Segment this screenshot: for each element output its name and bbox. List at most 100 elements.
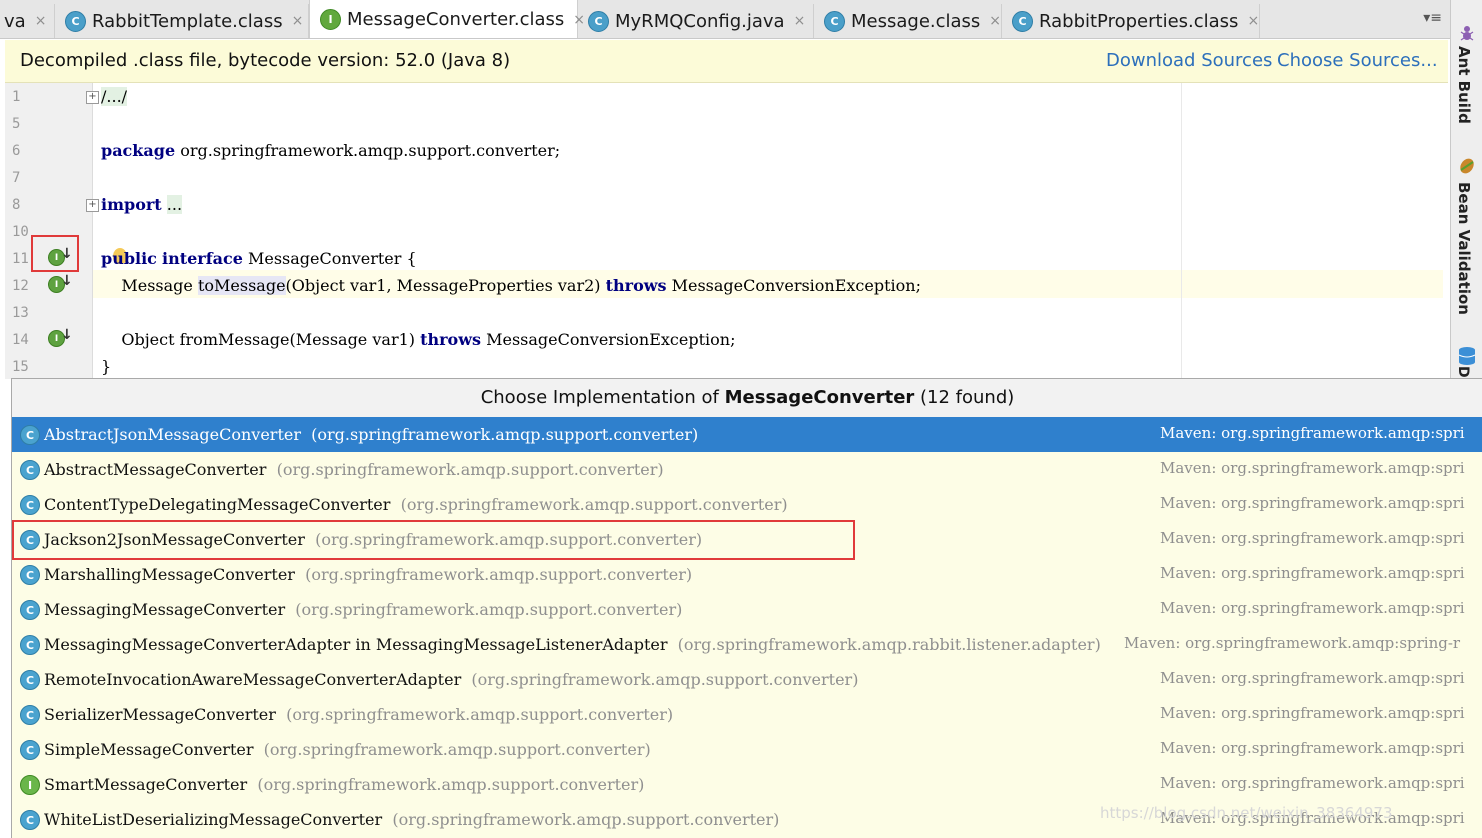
implementation-name: MessagingMessageConverterAdapter in Mess… [44,635,1101,654]
implementation-item[interactable]: C MarshallingMessageConverter (org.sprin… [12,557,1482,592]
keyword: public [101,249,157,268]
right-margin-guide [1181,83,1182,379]
code-line-6: package org.springframework.amqp.support… [101,141,560,160]
watermark-text: https://blog.csdn.net/weixin_38364973 [1100,804,1393,822]
keyword: package [101,141,176,160]
ant-icon [1460,26,1474,41]
package-name: (org.springframework.amqp.support.conver… [276,460,664,479]
package-name: (org.springframework.amqp.support.conver… [471,670,859,689]
tab-label: va [4,10,26,32]
red-annotation-box [31,235,79,272]
editor-gutter: 1 5 6 7 8 10 11 12 13 14 15 I ↓ I ↓ I ↓ [5,83,93,379]
implementation-name: MarshallingMessageConverter (org.springf… [44,565,692,584]
tab-truncated[interactable]: va × [0,4,55,38]
implementation-item[interactable]: C MessagingMessageConverterAdapter in Me… [12,627,1482,662]
line-number: 7 [12,170,21,186]
tab-rabbit-template[interactable]: C RabbitTemplate.class × [55,4,309,38]
keyword: import [101,195,162,214]
tab-label: RabbitProperties.class [1039,10,1239,32]
implementation-name: AbstractJsonMessageConverter (org.spring… [44,425,698,444]
tab-message[interactable]: C Message.class × [814,4,1002,38]
tab-myrmq-config[interactable]: C MyRMQConfig.java × [578,4,814,38]
database-icon [1458,347,1476,365]
code-text: MessageConversionException; [481,330,736,349]
class-icon: C [588,10,609,32]
maven-library: Maven: org.springframework.amqp:spri [1160,739,1465,757]
implementation-item[interactable]: C SimpleMessageConverter (org.springfram… [12,732,1482,767]
editor-tab-bar: va × C RabbitTemplate.class × I MessageC… [0,0,1450,39]
package-name: (org.springframework.amqp.support.conver… [311,425,699,444]
package-name: (org.springframework.amqp.rabbit.listene… [677,635,1101,654]
decompiled-notice-banner: Decompiled .class file, bytecode version… [5,40,1448,83]
implementation-name: MessagingMessageConverter (org.springfra… [44,600,682,619]
popup-title-count: (12 found) [914,387,1015,408]
package-name: (org.springframework.amqp.support.conver… [305,565,693,584]
down-arrow-icon: ↓ [61,273,73,289]
implementation-item-selected[interactable]: C AbstractJsonMessageConverter (org.spri… [12,417,1482,452]
tab-list-menu-icon[interactable]: ▾≡ [1423,10,1442,26]
keyword: throws [420,330,481,349]
code-line-1: /.../ [101,87,128,106]
class-icon: C [824,10,845,32]
implementation-name: WhiteListDeserializingMessageConverter (… [44,810,779,829]
code-line-12: Message toMessage(Object var1, MessagePr… [101,276,921,295]
implementation-item[interactable]: C ContentTypeDelegatingMessageConverter … [12,487,1482,522]
package-name: (org.springframework.amqp.support.conver… [263,740,651,759]
bean-icon [1460,158,1474,174]
keyword: throws [605,276,667,295]
line-number: 14 [12,332,29,348]
implementation-name: SerializerMessageConverter (org.springfr… [44,705,673,724]
fold-expand-icon[interactable]: + [86,199,99,212]
maven-library: Maven: org.springframework.amqp:spri [1160,774,1465,792]
class-name: AbstractJsonMessageConverter [44,425,301,444]
maven-library: Maven: org.springframework.amqp:spri [1160,424,1465,442]
package-name: (org.springframework.amqp.support.conver… [392,810,780,829]
code-line-8: import ... [101,195,183,214]
abstract-class-icon: C [20,460,40,480]
code-text: } [101,357,112,376]
folded-imports[interactable]: ... [166,195,183,214]
class-name: ContentTypeDelegatingMessageConverter [44,495,391,514]
class-icon: C [20,670,40,690]
database-tool-button[interactable]: D [1455,366,1471,378]
bean-validation-tool-button[interactable]: Bean Validation [1455,182,1473,315]
line-number: 5 [12,116,21,132]
choose-sources-link[interactable]: Choose Sources... [1277,50,1438,71]
tab-label: MessageConverter.class [347,9,565,30]
implementation-item[interactable]: I SmartMessageConverter (org.springframe… [12,767,1482,802]
class-icon: C [1012,10,1033,32]
class-icon: C [65,10,86,32]
implementation-name: SmartMessageConverter (org.springframewo… [44,775,644,794]
line-number: 12 [12,278,29,294]
class-name: AbstractMessageConverter [44,460,267,479]
popup-title-prefix: Choose Implementation of [480,387,725,408]
close-icon[interactable]: × [35,13,47,29]
implementation-item[interactable]: C AbstractMessageConverter (org.springfr… [12,452,1482,487]
fold-expand-icon[interactable]: + [86,91,99,104]
folded-header[interactable]: /.../ [101,87,128,106]
implementation-item[interactable]: C RemoteInvocationAwareMessageConverterA… [12,662,1482,697]
tab-rabbit-properties[interactable]: C RabbitProperties.class × [1002,4,1260,38]
implementation-name: SimpleMessageConverter (org.springframew… [44,740,651,759]
method-name: toMessage [197,276,286,295]
code-text: MessageConverter { [242,249,417,268]
class-name: MarshallingMessageConverter [44,565,295,584]
class-name: RemoteInvocationAwareMessageConverterAda… [44,670,462,689]
class-icon: C [20,425,40,445]
download-sources-link[interactable]: Download Sources [1106,50,1272,71]
code-editor[interactable]: 1 5 6 7 8 10 11 12 13 14 15 I ↓ I ↓ I ↓ … [5,83,1448,379]
tab-message-converter[interactable]: I MessageConverter.class × [309,0,585,38]
close-icon[interactable]: × [1247,13,1259,29]
package-name: (org.springframework.amqp.support.conver… [286,705,674,724]
implementation-item[interactable]: C MessagingMessageConverter (org.springf… [12,592,1482,627]
ant-build-tool-button[interactable]: Ant Build [1455,46,1473,124]
keyword: interface [162,249,243,268]
interface-icon: I [320,9,341,30]
package-name: (org.springframework.amqp.support.conver… [257,775,645,794]
close-icon[interactable]: × [989,13,1001,29]
implementation-item[interactable]: C SerializerMessageConverter (org.spring… [12,697,1482,732]
close-icon[interactable]: × [292,13,304,29]
class-name: SimpleMessageConverter [44,740,254,759]
close-icon[interactable]: × [794,13,806,29]
code-line-11: public interface MessageConverter { [101,249,417,268]
